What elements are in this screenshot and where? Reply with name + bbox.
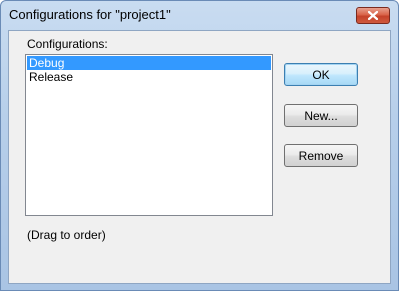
configurations-label: Configurations: xyxy=(27,37,108,51)
close-icon xyxy=(368,11,378,20)
dialog-window: Configurations for "project1" Configurat… xyxy=(0,0,399,291)
title-bar[interactable]: Configurations for "project1" xyxy=(1,1,398,29)
ok-button[interactable]: OK xyxy=(284,63,358,86)
new-button[interactable]: New... xyxy=(284,104,358,127)
remove-button[interactable]: Remove xyxy=(284,144,358,167)
drag-hint: (Drag to order) xyxy=(27,228,106,242)
list-item-release[interactable]: Release xyxy=(27,70,271,84)
configurations-list[interactable]: Debug Release xyxy=(25,54,273,216)
list-item-debug[interactable]: Debug xyxy=(27,56,271,70)
close-button[interactable] xyxy=(356,7,390,24)
window-title: Configurations for "project1" xyxy=(9,7,171,22)
